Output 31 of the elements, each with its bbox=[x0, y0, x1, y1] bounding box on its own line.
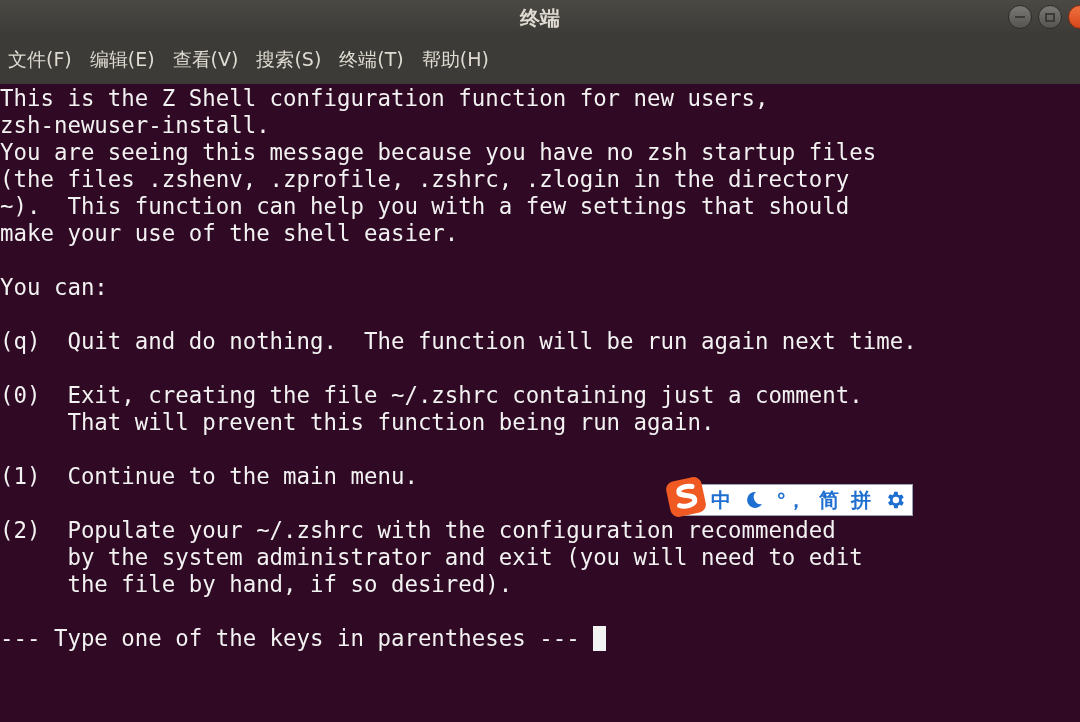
terminal-line: (0) Exit, creating the file ~/.zshrc containing just a comment. bbox=[0, 382, 863, 409]
ime-mode[interactable]: 中 bbox=[711, 485, 731, 515]
menu-item[interactable]: 终端(T) bbox=[339, 45, 404, 74]
minimize-button[interactable] bbox=[1008, 5, 1032, 29]
ime-punctuation[interactable]: °， bbox=[776, 485, 807, 515]
menu-item[interactable]: 查看(V) bbox=[172, 45, 239, 74]
terminal-line: (q) Quit and do nothing. The function will be run again next time. bbox=[0, 328, 917, 355]
window-title: 终端 bbox=[520, 4, 560, 32]
text-cursor bbox=[593, 626, 607, 651]
menu-item[interactable]: 帮助(H) bbox=[421, 45, 489, 74]
minimize-icon bbox=[1015, 16, 1025, 18]
terminal-line: You can: bbox=[0, 274, 108, 301]
ime-script[interactable]: 简 bbox=[818, 485, 839, 515]
terminal-line: (2) Populate your ~/.zshrc with the configuration recommended bbox=[0, 517, 836, 544]
terminal-line: You are seeing this message because you have no zsh startup files bbox=[0, 139, 877, 166]
terminal-line: --- Type one of the keys in parentheses --- bbox=[0, 625, 581, 652]
terminal-line: the file by hand, if so desired). bbox=[66, 571, 513, 598]
menu-item[interactable]: 搜索(S) bbox=[256, 45, 322, 74]
maximize-button[interactable] bbox=[1038, 5, 1062, 29]
terminal-line: make your use of the shell easier. bbox=[0, 220, 459, 247]
terminal-line: zsh-newuser-install. bbox=[0, 112, 270, 139]
terminal-line: That will prevent this function being run again. bbox=[66, 409, 715, 436]
terminal-line: by the system administrator and exit (you will need to edit bbox=[66, 544, 863, 571]
menu-item[interactable]: 编辑(E) bbox=[89, 45, 155, 74]
terminal-line: (1) Continue to the main menu. bbox=[0, 463, 418, 490]
maximize-icon bbox=[1045, 12, 1055, 22]
terminal-line: This is the Z Shell configuration function for new users, bbox=[0, 85, 769, 112]
terminal-line: ~). This function can help you with a few settings that should bbox=[0, 193, 850, 220]
terminal-line: (the files .zshenv, .zprofile, .zshrc, .zlogin in the directory bbox=[0, 166, 850, 193]
menu-item[interactable]: 文件(F) bbox=[8, 45, 72, 74]
ime-input[interactable]: 拼 bbox=[851, 485, 872, 515]
